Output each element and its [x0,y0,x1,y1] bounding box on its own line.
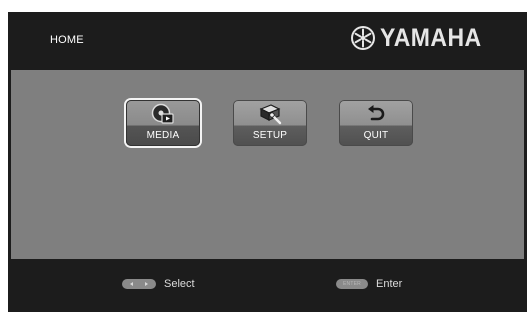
quit-icon [368,105,385,121]
footer-bar: Select ENTER Enter [8,259,527,312]
enter-hint: ENTER Enter [336,278,402,290]
home-screen: HOME YAMAHA MEDIA SETUP QUIT Select ENTE… [8,12,527,312]
yamaha-emblem-icon [351,26,375,50]
enter-key-icon: ENTER [336,279,368,289]
menu-item-quit[interactable]: QUIT [339,100,413,146]
select-hint-label: Select [164,278,195,290]
left-right-arrows-icon [122,279,156,289]
enter-hint-label: Enter [376,278,403,290]
menu-item-media[interactable]: MEDIA [126,100,200,146]
brand-logo: YAMAHA [350,23,490,53]
header-bar: HOME YAMAHA [8,12,527,70]
menu-area: MEDIA SETUP QUIT [11,70,524,259]
menu-item-setup[interactable]: SETUP [233,100,307,146]
select-hint: Select [122,278,195,290]
media-icon [151,103,174,124]
menu-item-label: MEDIA [146,130,180,141]
menu-item-label: QUIT [363,130,389,141]
page-title: HOME [50,34,84,46]
menu-item-label: SETUP [252,130,288,141]
setup-icon [259,104,282,125]
brand-name: YAMAHA [380,23,482,52]
